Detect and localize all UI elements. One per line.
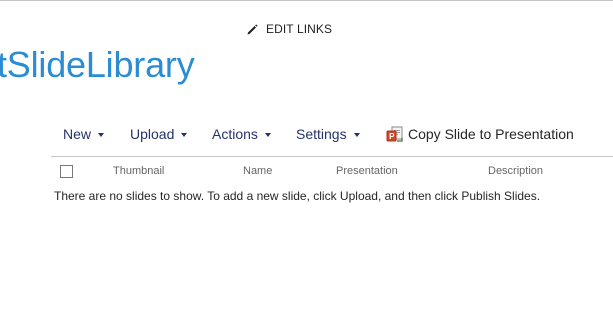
- upload-menu-button[interactable]: Upload: [130, 122, 188, 146]
- chevron-down-icon: [98, 132, 105, 137]
- column-header-presentation[interactable]: Presentation: [336, 165, 398, 177]
- site-title[interactable]: tSlideLibrary: [0, 40, 195, 90]
- edit-links-label: EDIT LINKS: [266, 22, 333, 36]
- top-border: [0, 0, 613, 1]
- actions-menu-button[interactable]: Actions: [212, 122, 271, 146]
- pencil-icon: [246, 23, 259, 36]
- copy-slide-to-presentation-button[interactable]: P Copy Slide to Presentation: [386, 122, 574, 146]
- settings-menu-label: Settings: [296, 126, 347, 142]
- chevron-down-icon: [353, 132, 360, 137]
- copy-slide-label: Copy Slide to Presentation: [408, 126, 574, 142]
- svg-text:P: P: [389, 132, 395, 141]
- select-all-checkbox[interactable]: [60, 165, 73, 178]
- column-header-thumbnail[interactable]: Thumbnail: [113, 165, 164, 177]
- chevron-down-icon: [181, 132, 188, 137]
- empty-list-message: There are no slides to show. To add a ne…: [54, 189, 541, 203]
- column-header-description[interactable]: Description: [488, 165, 543, 177]
- new-menu-label: New: [63, 126, 92, 142]
- chevron-down-icon: [264, 132, 271, 137]
- settings-menu-button[interactable]: Settings: [296, 122, 360, 146]
- upload-menu-label: Upload: [130, 126, 175, 142]
- new-menu-button[interactable]: New: [63, 122, 105, 146]
- library-toolbar: New Upload Actions Settings P Copy Slide…: [54, 122, 613, 146]
- list-column-headers: Thumbnail Name Presentation Description: [51, 163, 613, 179]
- actions-menu-label: Actions: [212, 126, 258, 142]
- copy-to-presentation-icon: P: [386, 125, 404, 143]
- edit-links-button[interactable]: EDIT LINKS: [246, 20, 332, 38]
- column-header-name[interactable]: Name: [243, 165, 272, 177]
- list-header-divider: [51, 156, 613, 157]
